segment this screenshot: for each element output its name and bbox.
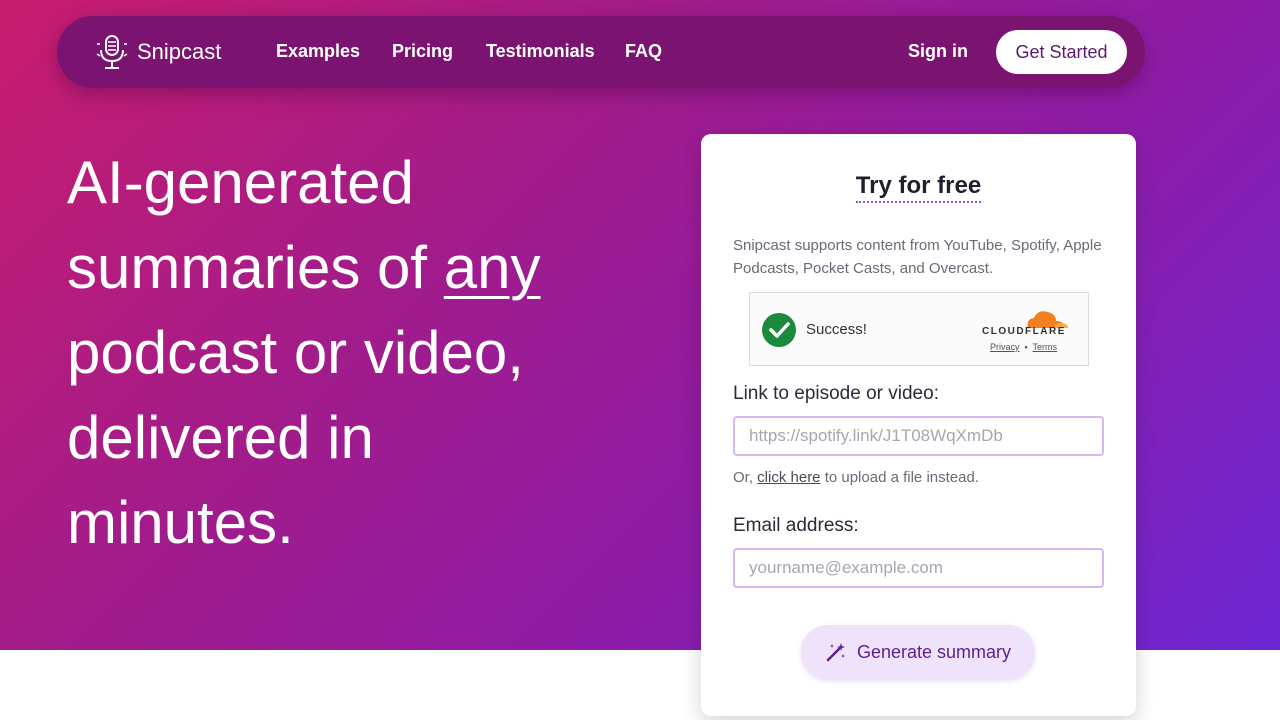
card-title: Try for free (701, 172, 1136, 203)
supported-sources-text: Snipcast supports content from YouTube, … (733, 237, 1102, 277)
nav-link-examples[interactable]: Examples (276, 41, 360, 62)
hero-headline: AI-generated summaries of any podcast or… (67, 140, 667, 565)
captcha-links: Privacy • Terms (990, 342, 1057, 352)
email-input[interactable] (733, 548, 1104, 588)
cloudflare-captcha-widget[interactable]: Success! CLOUDFLARE Privacy • Terms (749, 292, 1089, 366)
top-nav: Snipcast Examples Pricing Testimonials F… (57, 16, 1145, 88)
card-title-text: Try for free (855, 172, 982, 203)
headline-line-3: podcast or video, (67, 319, 524, 386)
headline-emphasis: any (443, 234, 541, 301)
sign-in-link[interactable]: Sign in (908, 41, 968, 62)
check-icon (762, 313, 796, 347)
email-field-label: Email address: (733, 515, 859, 536)
upload-note-prefix: Or, (733, 469, 758, 486)
get-started-button[interactable]: Get Started (996, 30, 1127, 74)
nav-link-pricing[interactable]: Pricing (392, 41, 453, 62)
brand-logo[interactable]: Snipcast (95, 34, 221, 70)
upload-note: Or, click here to upload a file instead. (733, 469, 979, 486)
brand-name: Snipcast (137, 39, 222, 64)
captcha-privacy-link[interactable]: Privacy (990, 342, 1020, 352)
magic-wand-icon (826, 643, 845, 662)
headline-line-1: AI-generated (67, 149, 414, 216)
generate-summary-label: Generate summary (856, 641, 1012, 662)
captcha-terms-link[interactable]: Terms (1033, 342, 1058, 352)
nav-link-faq[interactable]: FAQ (625, 41, 662, 62)
link-field-label: Link to episode or video: (733, 383, 939, 404)
upload-note-suffix: to upload a file instead. (820, 469, 979, 486)
cloudflare-wordmark: CLOUDFLARE (982, 326, 1066, 337)
headline-line-2-prefix: summaries of (67, 234, 444, 301)
generate-summary-button[interactable]: Generate summary (801, 625, 1035, 679)
upload-file-link[interactable]: click here (757, 469, 820, 486)
episode-link-input[interactable] (733, 416, 1104, 456)
microphone-logo-icon (96, 35, 128, 69)
nav-link-testimonials[interactable]: Testimonials (486, 41, 595, 62)
headline-line-4: delivered in (67, 404, 374, 471)
captcha-status: Success! (806, 321, 867, 338)
captcha-separator: • (1024, 342, 1028, 352)
headline-line-2: summaries of any (67, 225, 667, 310)
headline-line-5: minutes. (67, 489, 294, 556)
try-free-card: Try for free Snipcast supports content f… (701, 134, 1136, 716)
